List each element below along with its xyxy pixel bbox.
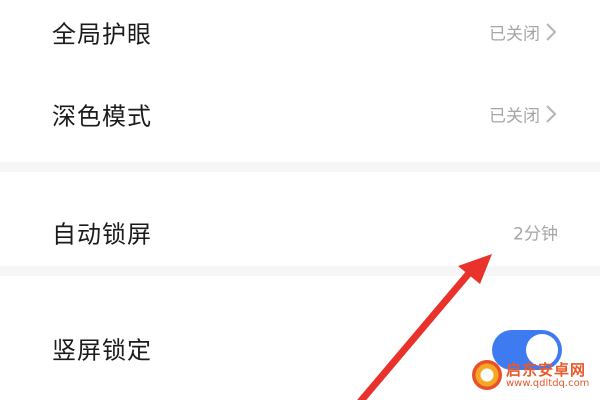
watermark-name: 启东安卓网 [506,361,587,379]
setting-row-auto-lock[interactable]: 自动锁屏 2分钟 [0,202,600,262]
setting-label: 深色模式 [52,102,152,131]
setting-value: 2分钟 [513,224,558,245]
setting-label: 全局护眼 [52,20,152,49]
setting-label: 自动锁屏 [52,220,152,249]
setting-value: 已关闭 [489,24,540,45]
site-watermark: 启东安卓网 www.qdltdq.com [468,356,596,396]
setting-row-dark-mode[interactable]: 深色模式 已关闭 [0,84,600,144]
setting-value: 已关闭 [489,106,540,127]
chevron-right-icon [546,105,557,123]
watermark-logo-icon [472,360,502,390]
setting-label: 竖屏锁定 [52,336,152,365]
chevron-right-icon [546,23,557,41]
section-divider [0,162,600,172]
setting-row-eye-protection[interactable]: 全局护眼 已关闭 [0,2,600,62]
watermark-url: www.qdltdq.com [506,378,590,389]
section-divider [0,266,600,276]
